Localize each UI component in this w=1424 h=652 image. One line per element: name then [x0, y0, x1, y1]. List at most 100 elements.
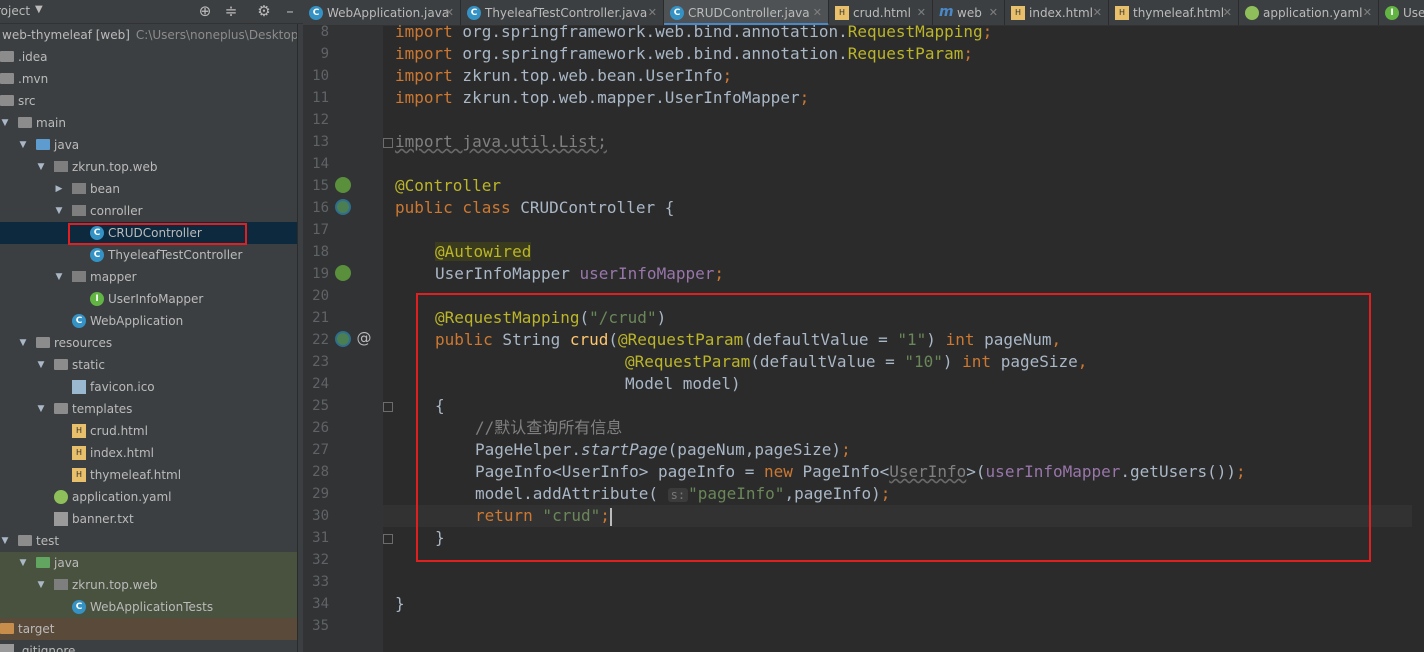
expand-arrow-icon[interactable]: ▼ — [36, 398, 46, 420]
tree-item-mapper[interactable]: ▼ mapper — [0, 266, 303, 288]
spring-bean-icon[interactable] — [335, 177, 351, 193]
fold-marker-icon[interactable] — [383, 534, 393, 544]
tree-item-templates[interactable]: ▼ templates — [0, 398, 303, 420]
expand-arrow-icon[interactable]: ▼ — [54, 200, 64, 222]
line-number: 22 — [312, 332, 329, 348]
tree-item-webapplicationtests[interactable]: C WebApplicationTests — [0, 596, 303, 618]
tab-userinfo-truncated[interactable]: I Use — [1379, 0, 1424, 25]
line-number: 16 — [312, 200, 329, 216]
unused-import: import java.util.List; — [395, 132, 607, 151]
tree-item-test-java[interactable]: ▼ java — [0, 552, 303, 574]
tree-item-conroller[interactable]: ▼ conroller — [0, 200, 303, 222]
html-file-icon: H — [72, 424, 86, 438]
tree-item-label: static — [72, 358, 105, 372]
gear-icon[interactable]: ⚙ — [255, 2, 273, 20]
tree-item-application-yaml[interactable]: application.yaml — [0, 486, 303, 508]
spring-boot-class-icon: C — [309, 6, 323, 20]
expand-arrow-icon[interactable]: ▼ — [36, 354, 46, 376]
tree-item-target[interactable]: target — [0, 618, 303, 640]
chevron-down-icon[interactable]: ▼ — [35, 4, 43, 15]
tree-item-crud-html[interactable]: H crud.html — [0, 420, 303, 442]
tab-thymeleaf-html[interactable]: H thymeleaf.html ✕ — [1109, 0, 1239, 25]
tree-item-resources[interactable]: ▼ resources — [0, 332, 303, 354]
tree-item-idea[interactable]: .idea — [0, 46, 303, 68]
autowired-navigation-icon[interactable] — [335, 265, 351, 281]
tree-item-project-root[interactable]: web-thymeleaf [web] C:\Users\noneplus\Des… — [0, 24, 303, 46]
at-sign-icon[interactable]: @ — [356, 330, 372, 346]
tab-application-yaml[interactable]: application.yaml ✕ — [1239, 0, 1379, 25]
line-number: 19 — [312, 266, 329, 282]
expand-arrow-icon[interactable]: ▼ — [18, 552, 28, 574]
fold-marker-icon[interactable] — [383, 138, 393, 148]
line-number: 30 — [312, 508, 329, 524]
tree-item-package[interactable]: ▼ zkrun.top.web — [0, 156, 303, 178]
tree-item-label: mapper — [90, 270, 137, 284]
tree-item-userinfomapper[interactable]: I UserInfoMapper — [0, 288, 303, 310]
tree-item-test[interactable]: ▼ test — [0, 530, 303, 552]
fold-marker-icon[interactable] — [383, 402, 393, 412]
tree-item-label: crud.html — [90, 424, 148, 438]
tree-item-thyeleaftestcontroller[interactable]: C ThyeleafTestController — [0, 244, 303, 266]
tab-index-html[interactable]: H index.html ✕ — [1005, 0, 1109, 25]
expand-arrow-icon[interactable]: ▼ — [18, 134, 28, 156]
folder-icon — [0, 95, 14, 106]
tree-item-label: index.html — [90, 446, 154, 460]
project-panel-header: roject ▼ ⊕ ≑ ⚙ – — [0, 0, 303, 24]
close-icon[interactable]: ✕ — [1093, 0, 1102, 25]
resources-folder-icon — [36, 337, 50, 348]
code-token: RequestMapping — [847, 22, 983, 41]
collapse-arrow-icon[interactable]: ▶ — [54, 178, 64, 200]
editor-gutter[interactable]: 8 9 10 11 12 13 14 15 16 17 18 19 20 21 … — [303, 24, 393, 652]
class-icon: C — [90, 248, 104, 262]
tree-item-static[interactable]: ▼ static — [0, 354, 303, 376]
expand-arrow-icon[interactable]: ▼ — [0, 112, 10, 134]
tree-item-thymeleaf-html[interactable]: H thymeleaf.html — [0, 464, 303, 486]
tree-item-favicon[interactable]: favicon.ico — [0, 376, 303, 398]
folder-icon — [18, 117, 32, 128]
folder-icon — [54, 359, 68, 370]
expand-arrow-icon[interactable]: ▼ — [0, 530, 10, 552]
expand-arrow-icon[interactable]: ▼ — [18, 332, 28, 354]
tree-item-label: WebApplicationTests — [90, 600, 214, 614]
expand-arrow-icon[interactable]: ▼ — [36, 156, 46, 178]
expand-arrow-icon[interactable]: ▼ — [54, 266, 64, 288]
code-line: @Autowired — [435, 241, 532, 263]
locate-target-icon[interactable]: ⊕ — [196, 2, 214, 20]
line-number: 18 — [312, 244, 329, 260]
tree-item-bean[interactable]: ▶ bean — [0, 178, 303, 200]
code-token: ; — [714, 264, 724, 283]
close-icon[interactable]: ✕ — [1363, 0, 1372, 25]
tree-item-label: web-thymeleaf [web] — [2, 28, 130, 42]
tree-item-banner-txt[interactable]: banner.txt — [0, 508, 303, 530]
tree-item-gitignore[interactable]: .gitignore — [0, 640, 303, 652]
code-token: ; — [982, 22, 993, 41]
expand-arrow-icon[interactable]: ▼ — [36, 574, 46, 596]
tree-item-label: UserInfoMapper — [108, 292, 204, 306]
project-view-title[interactable]: roject — [0, 4, 30, 18]
code-token: @Autowired — [435, 242, 532, 261]
folder-icon — [0, 73, 14, 84]
tree-item-test-package[interactable]: ▼ zkrun.top.web — [0, 574, 303, 596]
tree-item-index-html[interactable]: H index.html — [0, 442, 303, 464]
tree-item-label: zkrun.top.web — [72, 160, 158, 174]
tree-item-webapplication[interactable]: C WebApplication — [0, 310, 303, 332]
code-line: } — [395, 593, 405, 615]
folder-icon — [18, 535, 32, 546]
folder-icon — [0, 51, 14, 62]
package-icon — [72, 271, 86, 282]
tree-item-mvn[interactable]: .mvn — [0, 68, 303, 90]
request-mapping-icon[interactable] — [335, 331, 351, 347]
close-icon[interactable]: ✕ — [1223, 0, 1232, 25]
line-number: 33 — [312, 574, 329, 590]
html-file-icon: H — [1011, 6, 1025, 20]
tree-item-src[interactable]: src — [0, 90, 303, 112]
code-line: UserInfoMapper userInfoMapper; — [435, 263, 724, 285]
tree-item-main[interactable]: ▼ main — [0, 112, 303, 134]
interface-icon: I — [1385, 6, 1399, 20]
line-number: 31 — [312, 530, 329, 546]
spring-bean-icon[interactable] — [335, 199, 351, 215]
collapse-all-icon[interactable]: ≑ — [222, 2, 240, 20]
line-number: 20 — [312, 288, 329, 304]
tree-item-java[interactable]: ▼ java — [0, 134, 303, 156]
hide-panel-icon[interactable]: – — [281, 2, 299, 20]
